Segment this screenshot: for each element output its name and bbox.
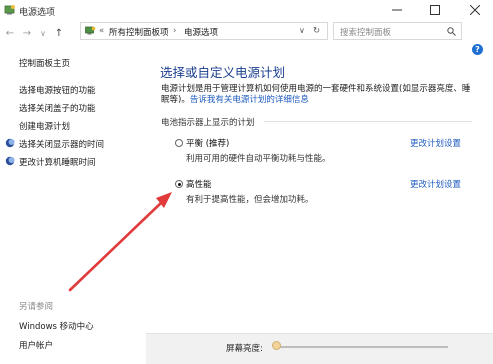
brightness-slider-thumb[interactable]: [272, 341, 281, 350]
annotation-arrow-icon: [68, 192, 172, 292]
brightness-slider-track[interactable]: [278, 346, 448, 348]
bottom-bar: [146, 333, 493, 364]
screen-brightness-label: 屏幕亮度:: [226, 344, 263, 354]
